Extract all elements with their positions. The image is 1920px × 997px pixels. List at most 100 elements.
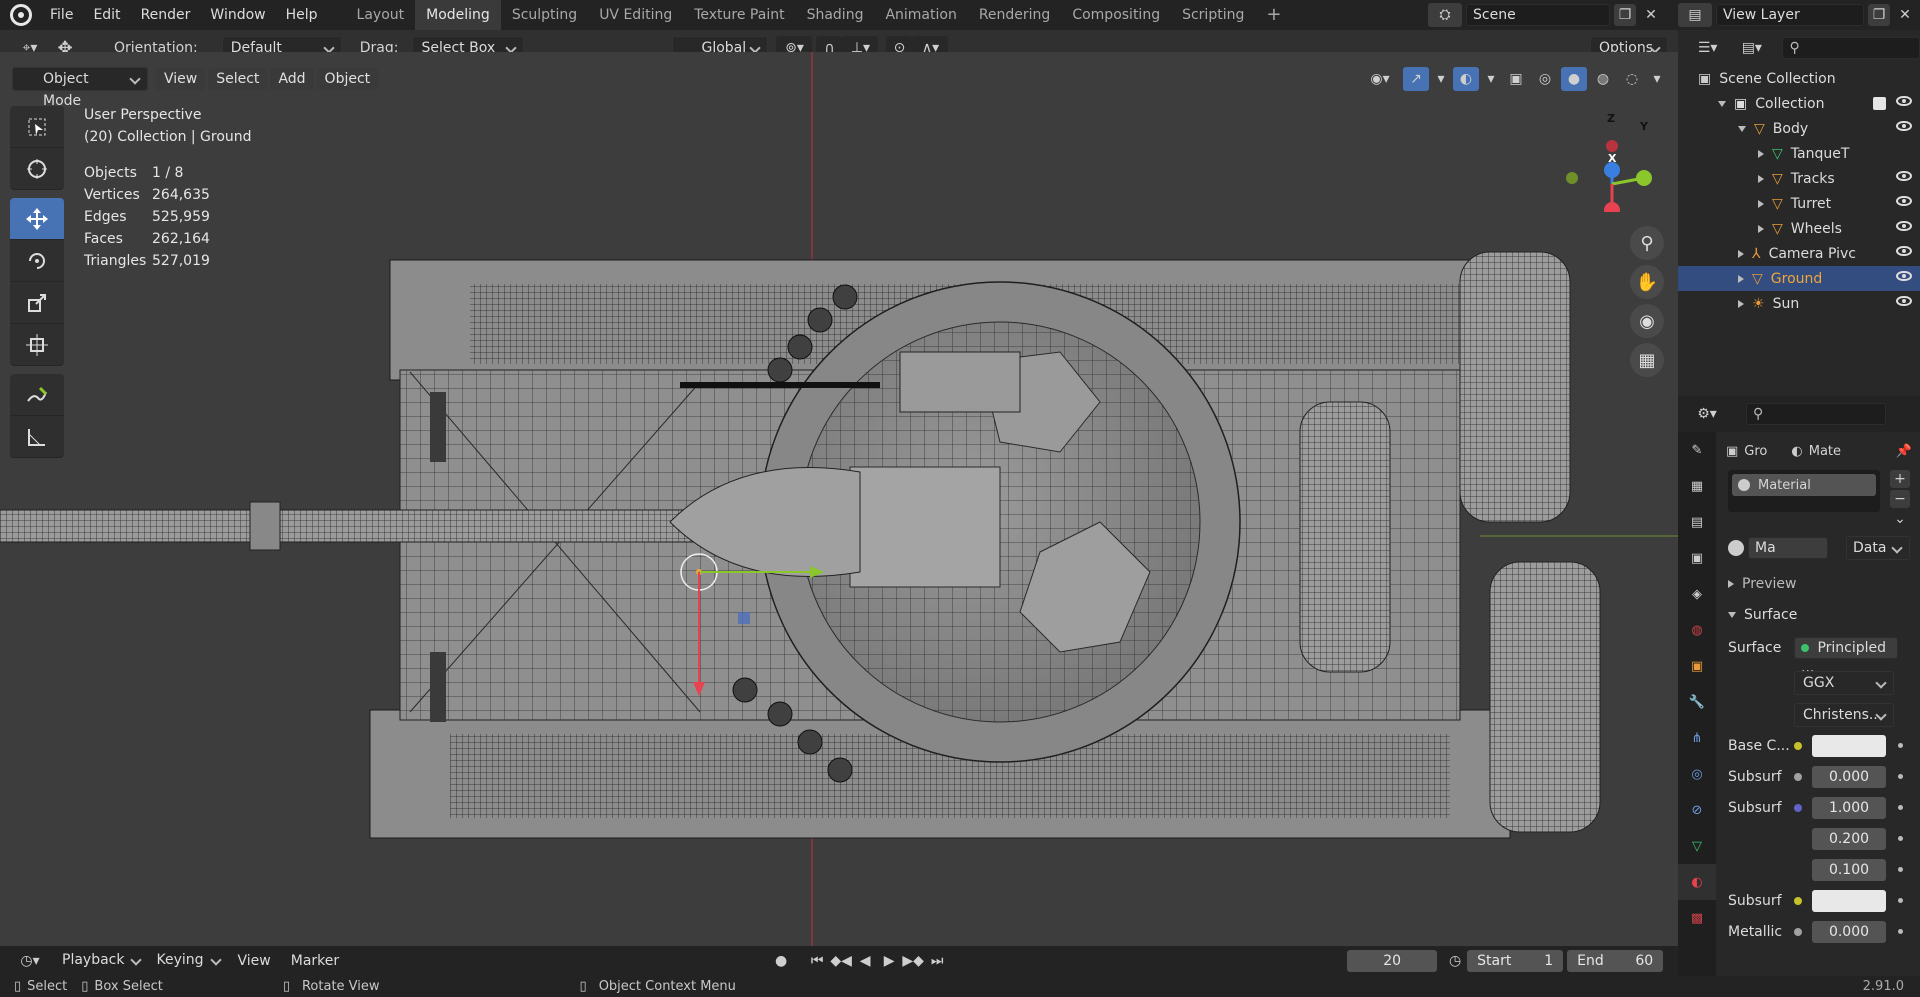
socket-icon[interactable] (1794, 772, 1812, 781)
marker-menu[interactable]: Marker (281, 946, 349, 976)
preview-range-icon[interactable]: ◷ (1443, 949, 1467, 973)
zoom-icon[interactable]: ⚲ (1630, 226, 1664, 260)
outliner-row-ground[interactable]: ▽ Ground (1678, 266, 1920, 291)
outliner-search-input[interactable]: ⚲ (1782, 37, 1920, 59)
tab-compositing[interactable]: Compositing (1061, 0, 1171, 30)
collapse-arrow-icon[interactable] (1758, 149, 1764, 158)
jump-keyframe-forward-icon[interactable]: ▶◆ (902, 949, 924, 973)
number-field[interactable]: 0.100 (1812, 858, 1886, 881)
scene-name-field[interactable]: Scene (1466, 4, 1610, 26)
constraints-tab-icon[interactable]: ⊘ (1678, 792, 1716, 828)
add-slot-icon[interactable]: + (1890, 470, 1910, 488)
socket-icon[interactable] (1794, 803, 1812, 812)
visibility-eye-icon[interactable] (1896, 196, 1912, 206)
color-swatch[interactable] (1812, 734, 1886, 757)
menu-edit[interactable]: Edit (83, 0, 130, 30)
tab-layout[interactable]: Layout (346, 0, 416, 30)
menu-file[interactable]: File (40, 0, 83, 30)
menu-view[interactable]: View (156, 68, 206, 90)
outliner-editor-type-icon[interactable]: ☰▾ (1688, 36, 1727, 60)
outliner-row-body[interactable]: ▽ Body (1678, 116, 1920, 141)
delete-scene-icon[interactable]: ✕ (1640, 4, 1662, 26)
new-view-layer-icon[interactable]: ❐ (1868, 4, 1890, 26)
jump-start-icon[interactable]: ⏮ (807, 949, 827, 973)
tab-uv-editing[interactable]: UV Editing (588, 0, 683, 30)
gizmo-toggle-icon[interactable]: ↗ (1403, 67, 1429, 91)
outliner-root[interactable]: ▣ Scene Collection (1678, 66, 1920, 91)
socket-icon[interactable] (1794, 927, 1812, 936)
collapse-arrow-icon[interactable] (1738, 299, 1744, 308)
slot-menu-icon[interactable]: ⌄ (1890, 510, 1910, 528)
collapse-arrow-icon[interactable] (1758, 174, 1764, 183)
subsurface-method-dropdown[interactable]: Christens... (1794, 703, 1894, 727)
tab-animation[interactable]: Animation (874, 0, 967, 30)
blender-logo-icon[interactable] (10, 4, 32, 26)
scale-tool-icon[interactable] (10, 282, 64, 324)
playback-menu[interactable]: Playback (54, 949, 148, 973)
jump-end-icon[interactable]: ⏭ (927, 949, 947, 973)
display-mode-icon[interactable]: ▤▾ (1733, 36, 1770, 60)
tab-scripting[interactable]: Scripting (1171, 0, 1255, 30)
cursor-tool-icon[interactable] (10, 148, 64, 190)
camera-view-icon[interactable]: ◉ (1630, 304, 1664, 338)
outliner-row-tanquet[interactable]: ▽ TanqueT (1678, 141, 1920, 166)
transform-tool-icon[interactable] (10, 324, 64, 366)
perspective-toggle-icon[interactable]: ▦ (1630, 343, 1664, 377)
collapse-arrow-icon[interactable] (1758, 224, 1764, 233)
end-frame-field[interactable]: End 60 (1567, 950, 1664, 972)
tab-shading[interactable]: Shading (796, 0, 875, 30)
surface-panel-header[interactable]: Surface (1720, 599, 1920, 630)
visibility-eye-icon[interactable] (1896, 271, 1912, 281)
view-layer-icon[interactable]: ▤ (1678, 3, 1712, 27)
start-frame-field[interactable]: Start 1 (1467, 950, 1564, 972)
outliner-row-wheels[interactable]: ▽ Wheels (1678, 216, 1920, 241)
menu-object[interactable]: Object (316, 68, 379, 90)
number-field[interactable]: 0.000 (1812, 920, 1886, 943)
remove-slot-icon[interactable]: − (1890, 490, 1910, 508)
timeline-view-menu[interactable]: View (228, 946, 281, 976)
shading-solid-icon[interactable]: ● (1561, 67, 1587, 91)
properties-editor-type-icon[interactable]: ⚙▾ (1688, 402, 1726, 426)
move-tool-icon[interactable] (10, 198, 64, 240)
particles-tab-icon[interactable]: ⋔ (1678, 720, 1716, 756)
tab-sculpting[interactable]: Sculpting (501, 0, 588, 30)
tab-texture-paint[interactable]: Texture Paint (683, 0, 795, 30)
distribution-dropdown[interactable]: GGX (1794, 671, 1894, 695)
material-tab-icon[interactable]: ◐ (1678, 864, 1716, 900)
keyframe-dot-icon[interactable] (1898, 867, 1903, 872)
modifier-tab-icon[interactable]: 🔧 (1678, 684, 1716, 720)
overlay-dropdown-icon[interactable]: ▾ (1482, 67, 1500, 91)
outliner-row-sun[interactable]: ☀ Sun (1678, 291, 1920, 316)
xray-icon[interactable]: ▣ (1503, 67, 1529, 91)
number-field[interactable]: 0.200 (1812, 827, 1886, 850)
number-field[interactable]: 0.000 (1812, 765, 1886, 788)
shading-material-icon[interactable]: ◍ (1590, 67, 1616, 91)
delete-view-layer-icon[interactable]: ✕ (1894, 4, 1916, 26)
keyframe-dot-icon[interactable] (1898, 836, 1903, 841)
play-icon[interactable]: ▶ (879, 949, 899, 973)
scene-tab-icon[interactable]: ◈ (1678, 576, 1716, 612)
surface-shader-field[interactable]: Principled ... (1794, 637, 1898, 676)
visibility-eye-icon[interactable] (1896, 246, 1912, 256)
socket-icon[interactable] (1794, 896, 1812, 905)
menu-render[interactable]: Render (131, 0, 201, 30)
pin-icon[interactable]: 📌 (1896, 444, 1912, 459)
link-dropdown[interactable]: Data (1846, 536, 1910, 560)
properties-search-input[interactable]: ⚲ (1746, 403, 1886, 425)
navigation-gizmo[interactable]: Z Y X (1550, 102, 1660, 218)
outliner-row-turret[interactable]: ▽ Turret (1678, 191, 1920, 216)
rotate-tool-icon[interactable] (10, 240, 64, 282)
3d-viewport[interactable]: User Perspective (20) Collection | Groun… (0, 52, 1678, 946)
expand-arrow-icon[interactable] (1718, 100, 1726, 107)
new-scene-icon[interactable]: ❐ (1614, 4, 1636, 26)
pan-hand-icon[interactable]: ✋ (1630, 265, 1664, 299)
menu-select[interactable]: Select (208, 68, 268, 90)
world-tab-icon[interactable]: ◍ (1678, 612, 1716, 648)
texture-tab-icon[interactable]: ▩ (1678, 900, 1716, 936)
overlay-toggle-icon[interactable]: ◐ (1453, 67, 1479, 91)
annotate-tool-icon[interactable] (10, 374, 64, 416)
output-tab-icon[interactable]: ▤ (1678, 504, 1716, 540)
visibility-eye-icon[interactable] (1896, 121, 1912, 131)
breadcrumb-object[interactable]: Gro (1744, 444, 1767, 459)
jump-keyframe-back-icon[interactable]: ◆◀ (830, 949, 852, 973)
